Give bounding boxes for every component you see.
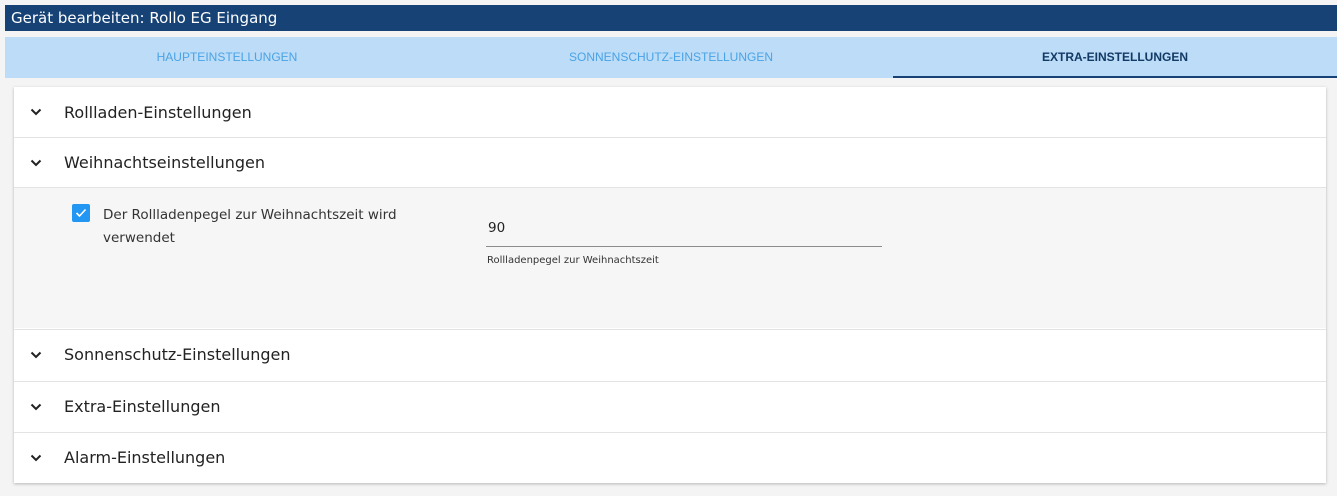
christmas-level-input[interactable] — [486, 210, 882, 247]
section-label: Rollladen-Einstellungen — [64, 102, 252, 122]
section-extra-einstellungen[interactable]: Extra-Einstellungen — [14, 381, 1326, 431]
section-sonnenschutz-einstellungen[interactable]: Sonnenschutz-Einstellungen — [14, 329, 1326, 379]
chevron-down-icon — [29, 400, 43, 414]
section-label: Weihnachtseinstellungen — [64, 153, 265, 172]
tab-haupteinstellungen[interactable]: HAUPTEINSTELLUNGEN — [5, 37, 449, 78]
section-alarm-einstellungen[interactable]: Alarm-Einstellungen — [14, 432, 1326, 482]
chevron-down-icon — [29, 451, 43, 465]
settings-panel: Rollladen-Einstellungen Weihnachtseinste… — [14, 87, 1326, 483]
christmas-level-helper: Rollladenpegel zur Weihnachtszeit — [487, 255, 659, 266]
tab-sonnenschutz-einstellungen[interactable]: SONNENSCHUTZ-EINSTELLUNGEN — [449, 37, 893, 78]
christmas-level-checkbox[interactable] — [72, 204, 90, 222]
section-weihnachtseinstellungen[interactable]: Weihnachtseinstellungen — [14, 137, 1326, 187]
tab-bar: HAUPTEINSTELLUNGEN SONNENSCHUTZ-EINSTELL… — [5, 37, 1337, 78]
christmas-checkbox-label: Der Rollladenpegel zur Weihnachtszeit wi… — [103, 207, 397, 246]
section-label: Extra-Einstellungen — [64, 397, 221, 416]
section-label: Alarm-Einstellungen — [64, 448, 226, 467]
check-icon — [75, 208, 87, 218]
tab-extra-einstellungen[interactable]: EXTRA-EINSTELLUNGEN — [893, 37, 1337, 78]
chevron-down-icon — [29, 105, 43, 119]
chevron-down-icon — [29, 348, 43, 362]
chevron-down-icon — [29, 156, 43, 170]
dialog-title: Gerät bearbeiten: Rollo EG Eingang — [5, 5, 1337, 31]
section-label: Sonnenschutz-Einstellungen — [64, 345, 291, 364]
section-rollladen-einstellungen[interactable]: Rollladen-Einstellungen — [14, 87, 1326, 137]
weihnachts-section-content: Der Rollladenpegel zur Weihnachtszeit wi… — [14, 187, 1326, 328]
